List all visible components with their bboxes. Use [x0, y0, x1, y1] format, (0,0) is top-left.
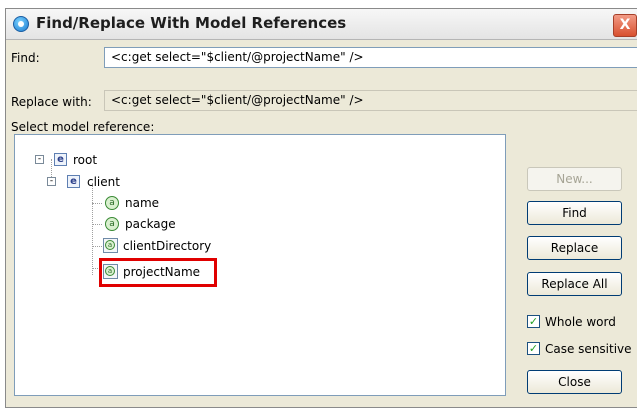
tree-node-label: client	[87, 175, 120, 189]
collapse-icon[interactable]: -	[47, 177, 56, 186]
replace-input[interactable]: <c:get select="$client/@projectName" />	[104, 90, 637, 111]
tree-heading: Select model reference:	[11, 120, 155, 134]
close-window-button[interactable]: X	[613, 14, 637, 37]
attribute-list-icon: a	[103, 238, 118, 253]
find-label: Find:	[11, 51, 40, 65]
replace-label: Replace with:	[11, 95, 92, 109]
whole-word-label: Whole word	[545, 315, 616, 329]
element-icon: e	[67, 175, 80, 188]
close-button[interactable]: Close	[527, 370, 622, 394]
tree-node-projectname[interactable]: a projectName	[15, 263, 215, 281]
model-reference-tree[interactable]: - e root - e client a name a package a c…	[14, 134, 506, 396]
find-replace-dialog: Find/Replace With Model References X Fin…	[5, 8, 637, 408]
tree-node-root[interactable]: - e root	[15, 151, 215, 169]
replace-button[interactable]: Replace	[527, 236, 622, 260]
collapse-icon[interactable]: -	[35, 155, 44, 164]
tree-node-label: root	[73, 153, 98, 167]
tree-node-label: projectName	[123, 265, 201, 279]
window-title: Find/Replace With Model References	[36, 14, 347, 32]
element-icon: e	[54, 153, 67, 166]
attribute-icon: a	[105, 217, 119, 231]
attribute-icon: a	[105, 196, 119, 210]
find-input[interactable]: <c:get select="$client/@projectName" />	[104, 47, 637, 68]
replace-all-button[interactable]: Replace All	[527, 272, 622, 296]
tree-node-client[interactable]: - e client	[15, 173, 215, 191]
tree-node-package[interactable]: a package	[15, 215, 215, 233]
whole-word-checkbox[interactable]: ✓	[527, 315, 540, 328]
attribute-list-icon: a	[103, 264, 118, 279]
case-sensitive-checkbox[interactable]: ✓	[527, 342, 540, 355]
tree-node-label: package	[125, 217, 176, 231]
app-icon	[13, 16, 29, 32]
case-sensitive-label: Case sensitive	[545, 342, 632, 356]
tree-node-clientdirectory[interactable]: a clientDirectory	[15, 237, 215, 255]
tree-node-label: name	[125, 196, 160, 210]
tree-node-label: clientDirectory	[123, 239, 212, 253]
find-button[interactable]: Find	[527, 201, 622, 225]
title-bar[interactable]: Find/Replace With Model References X	[6, 9, 637, 40]
tree-node-name[interactable]: a name	[15, 194, 215, 212]
new-button[interactable]: New...	[527, 167, 622, 191]
